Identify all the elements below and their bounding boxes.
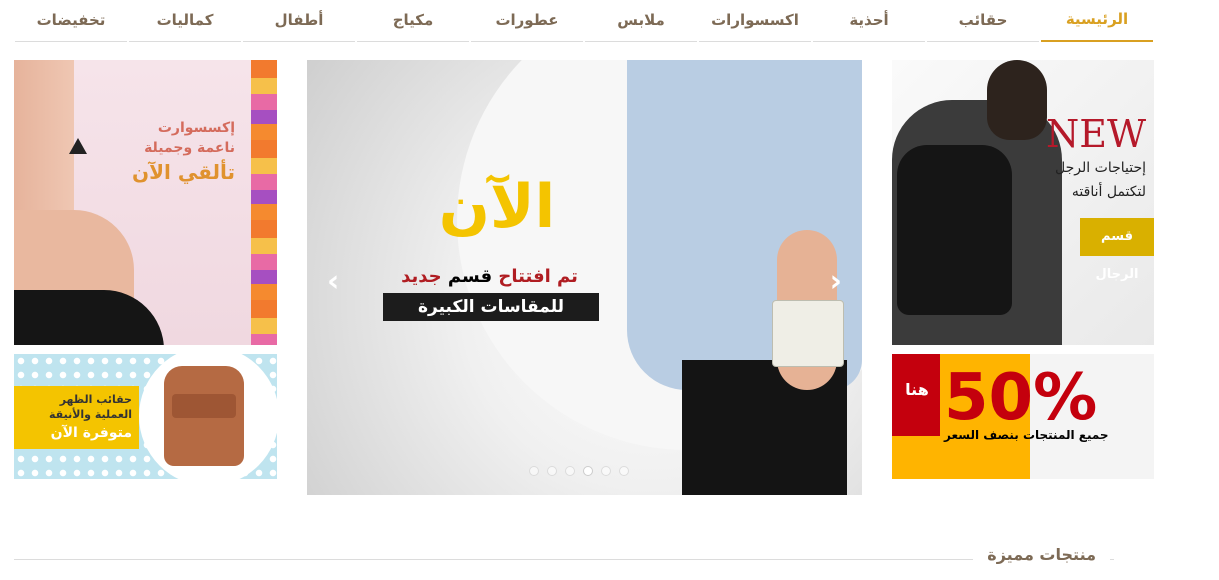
slider-subline: تم افتتاح قسم جديد bbox=[377, 264, 602, 290]
nav-item-clothes[interactable]: ملابس bbox=[585, 0, 697, 42]
men-line1: إحتياجات الرجل bbox=[1055, 160, 1146, 176]
slider-dot[interactable] bbox=[547, 466, 557, 476]
slider-big-label: للمقاسات الكبيرة bbox=[383, 293, 599, 321]
backpacks-line1: حقائب الظهر bbox=[59, 393, 132, 406]
accessories-banner-text: إكسسوارت ناعمة وجميلة تألقي الآن bbox=[132, 118, 235, 186]
men-banner[interactable]: NEW إحتياجات الرجل لتكتمل أناقته قسم الر… bbox=[892, 60, 1154, 345]
nav-item-bags[interactable]: حقائب bbox=[927, 0, 1039, 42]
slider-next-arrow-icon[interactable]: › bbox=[830, 264, 842, 299]
backpacks-line2: العملية والأنيقة bbox=[49, 408, 132, 421]
slider-subline-part3: جديد bbox=[401, 266, 442, 287]
model-dress-image bbox=[14, 290, 164, 345]
slider-dot[interactable] bbox=[565, 466, 575, 476]
slider-prev-arrow-icon[interactable]: ‹ bbox=[327, 264, 339, 299]
slider-pagination bbox=[529, 466, 629, 476]
backpacks-banner[interactable]: حقائب الظهر العملية والأنيقة متوفرة الآن bbox=[14, 354, 277, 479]
slider-dot[interactable] bbox=[529, 466, 539, 476]
featured-divider bbox=[14, 559, 1114, 560]
nav-item-perfumes[interactable]: عطورات bbox=[471, 0, 583, 42]
nav-item-sales[interactable]: تخفيضات bbox=[15, 0, 127, 42]
main-nav: الرئيسية حقائب أحذية اكسسوارات ملابس عطو… bbox=[14, 0, 1154, 42]
nav-item-shoes[interactable]: أحذية bbox=[813, 0, 925, 42]
man-head-image bbox=[987, 60, 1047, 140]
slider-dot[interactable] bbox=[601, 466, 611, 476]
slider-subline-part1: تم افتتاح bbox=[498, 266, 578, 287]
men-section-tag: قسم الرجال bbox=[1080, 218, 1154, 282]
nav-item-home[interactable]: الرئيسية bbox=[1041, 0, 1153, 42]
backpack-flap-image bbox=[172, 394, 236, 418]
clutch-bag-image bbox=[772, 300, 844, 367]
sale-description: جميع المنتجات بنصف السعر bbox=[944, 428, 1109, 442]
hero-slider[interactable]: الآن تم افتتاح قسم جديد للمقاسات الكبيرة… bbox=[307, 60, 862, 495]
backpacks-line3: متوفرة الآن bbox=[50, 425, 132, 441]
earring-icon bbox=[69, 138, 87, 154]
accessories-line3: تألقي الآن bbox=[132, 160, 235, 184]
nav-item-makeup[interactable]: مكياج bbox=[357, 0, 469, 42]
accessories-banner[interactable]: إكسسوارت ناعمة وجميلة تألقي الآن bbox=[14, 60, 277, 345]
accessories-line2: ناعمة وجميلة bbox=[144, 140, 235, 156]
nav-item-extras[interactable]: كماليات bbox=[129, 0, 241, 42]
featured-products-header: منتجات مميزة bbox=[14, 540, 1154, 570]
leather-backpack-image bbox=[897, 145, 1012, 315]
slider-subline-part2: قسم bbox=[447, 266, 493, 287]
accessories-line1: إكسسوارت bbox=[157, 120, 235, 136]
nav-item-accessories[interactable]: اكسسوارات bbox=[699, 0, 811, 42]
featured-title: منتجات مميزة bbox=[973, 545, 1110, 564]
backpacks-banner-text: حقائب الظهر العملية والأنيقة متوفرة الآن bbox=[14, 392, 132, 444]
flowers-decoration bbox=[251, 60, 277, 345]
slider-headline: الآن bbox=[438, 172, 556, 242]
men-line2: لتكتمل أناقته bbox=[1071, 184, 1146, 200]
men-new-label: NEW bbox=[1045, 112, 1146, 156]
slider-dot[interactable] bbox=[619, 466, 629, 476]
sale-percent: 50% bbox=[944, 361, 1098, 435]
sale-here-label: هنا bbox=[905, 380, 929, 399]
slider-dot-active[interactable] bbox=[583, 466, 593, 476]
nav-item-kids[interactable]: أطفال bbox=[243, 0, 355, 42]
sale-banner[interactable]: هنا 50% جميع المنتجات بنصف السعر bbox=[892, 354, 1154, 479]
